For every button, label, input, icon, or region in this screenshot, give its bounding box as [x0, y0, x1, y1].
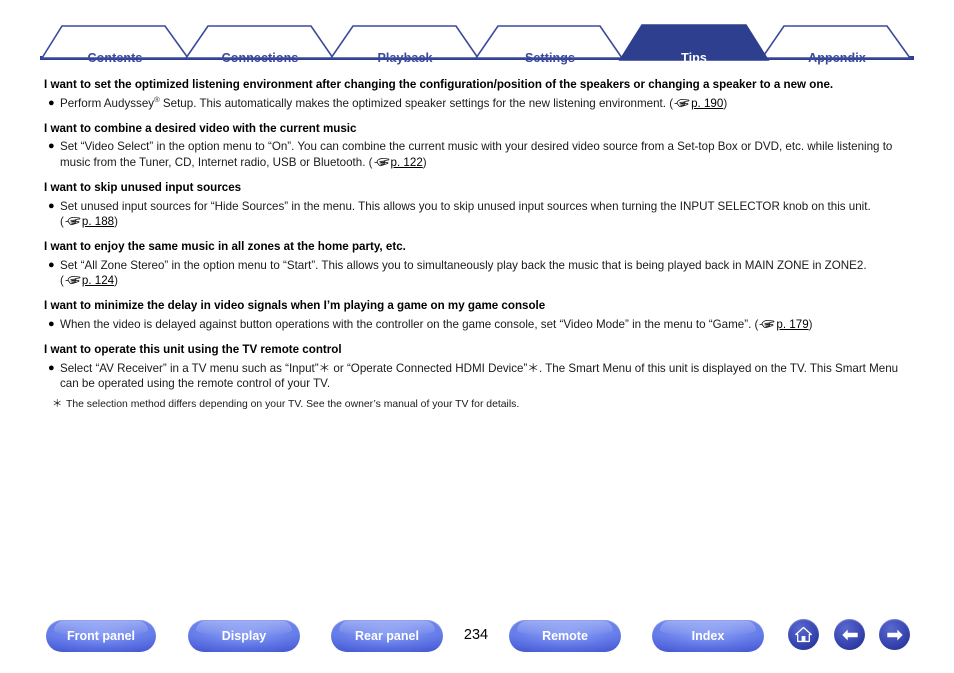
page-reference[interactable]: (p. 188) — [60, 215, 118, 228]
asterisk-icon: ＊ — [52, 398, 63, 410]
tab-settings[interactable]: Settings — [496, 51, 604, 65]
qa-block: I want to enjoy the same music in all zo… — [44, 240, 920, 288]
answer-text-after: Select “AV Receiver” in a TV menu such a… — [60, 361, 899, 391]
remote-button[interactable]: Remote — [509, 620, 621, 652]
pointing-hand-icon — [758, 318, 775, 329]
display-label: Display — [221, 629, 267, 643]
page-reference[interactable]: (p. 190) — [669, 97, 727, 110]
index-label: Index — [691, 629, 725, 643]
qa-block: I want to operate this unit using the TV… — [44, 343, 920, 411]
qa-block: I want to minimize the delay in video si… — [44, 299, 920, 332]
home-button[interactable] — [788, 619, 819, 650]
qa-block: I want to combine a desired video with t… — [44, 122, 920, 170]
rear-panel-button[interactable]: Rear panel — [331, 620, 443, 652]
bullet-icon: ● — [48, 96, 55, 109]
qa-answer: ● Select “AV Receiver” in a TV menu such … — [44, 361, 920, 392]
footnote-text: The selection method differs depending o… — [66, 398, 520, 410]
qa-block: I want to set the optimized listening en… — [44, 78, 920, 111]
pointing-hand-icon — [64, 274, 81, 285]
page-number-link[interactable]: p. 179 — [776, 318, 808, 331]
forward-arrow-icon — [885, 627, 905, 643]
page-number-link[interactable]: p. 124 — [82, 274, 114, 287]
bullet-icon: ● — [48, 258, 55, 271]
qa-heading: I want to combine a desired video with t… — [44, 121, 357, 135]
page-reference[interactable]: (p. 179) — [755, 318, 813, 331]
bullet-icon: ● — [48, 140, 55, 153]
page-number-link[interactable]: p. 188 — [82, 215, 114, 228]
answer-text-after: Set unused input sources for “Hide Sourc… — [60, 199, 871, 213]
tab-connections[interactable]: Connections — [206, 51, 314, 65]
footer-navigation: Front panel Display Rear panel 234 Remot… — [0, 615, 954, 661]
tab-playback[interactable]: Playback — [351, 51, 459, 65]
page-reference[interactable]: (p. 122) — [369, 156, 427, 169]
back-arrow-icon — [840, 627, 860, 643]
qa-answer: ● Set unused input sources for “Hide Sour… — [44, 199, 920, 230]
index-button[interactable]: Index — [652, 620, 764, 652]
qa-footnote: ＊ The selection method differs depending … — [44, 398, 920, 412]
qa-answer: ● Set “Video Select” in the option menu t… — [44, 139, 920, 170]
answer-text-before: Perform Audyssey — [60, 96, 155, 110]
front-panel-button[interactable]: Front panel — [46, 620, 156, 652]
answer-text-after: Set “Video Select” in the option menu to… — [60, 140, 893, 169]
qa-heading: I want to minimize the delay in video si… — [44, 299, 546, 313]
front-panel-label: Front panel — [66, 629, 136, 643]
pointing-hand-icon — [64, 215, 81, 226]
qa-answer: ● Set “All Zone Stereo” in the option men… — [44, 258, 920, 289]
tips-content: I want to set the optimized listening en… — [44, 78, 920, 413]
display-button[interactable]: Display — [188, 620, 300, 652]
qa-answer: ● Perform Audyssey® Setup. This automatic… — [44, 95, 920, 111]
qa-heading: I want to enjoy the same music in all zo… — [44, 240, 406, 254]
qa-heading: I want to operate this unit using the TV… — [44, 343, 342, 357]
bullet-icon: ● — [48, 361, 55, 374]
rear-panel-label: Rear panel — [355, 629, 419, 643]
answer-text-after: Set “All Zone Stereo” in the option menu… — [60, 258, 867, 272]
answer-text-after: When the video is delayed against button… — [60, 318, 755, 332]
tab-tips[interactable]: Tips — [640, 51, 748, 65]
qa-answer: ● When the video is delayed against butto… — [44, 317, 920, 332]
qa-heading: I want to set the optimized listening en… — [44, 78, 834, 91]
pointing-hand-icon — [673, 97, 690, 107]
page-reference[interactable]: (p. 124) — [60, 274, 118, 287]
bullet-icon: ● — [48, 318, 55, 331]
page-number: 234 — [463, 627, 489, 643]
pointing-hand-icon — [373, 156, 390, 166]
tab-appendix[interactable]: Appendix — [783, 51, 891, 65]
qa-heading: I want to skip unused input sources — [44, 181, 242, 195]
page-number-link[interactable]: p. 122 — [391, 156, 423, 169]
tab-contents[interactable]: Contents — [62, 51, 168, 65]
back-button[interactable] — [834, 619, 865, 650]
bullet-icon: ● — [48, 199, 55, 212]
remote-label: Remote — [542, 629, 588, 643]
answer-text-after: Setup. This automatically makes the opti… — [159, 96, 670, 110]
qa-block: I want to skip unused input sources ● Set… — [44, 181, 920, 229]
page-number-link[interactable]: p. 190 — [691, 97, 723, 110]
tab-bar: Contents Connections Playback Settings T… — [0, 18, 954, 65]
forward-button[interactable] — [879, 619, 910, 650]
home-icon — [794, 626, 813, 643]
